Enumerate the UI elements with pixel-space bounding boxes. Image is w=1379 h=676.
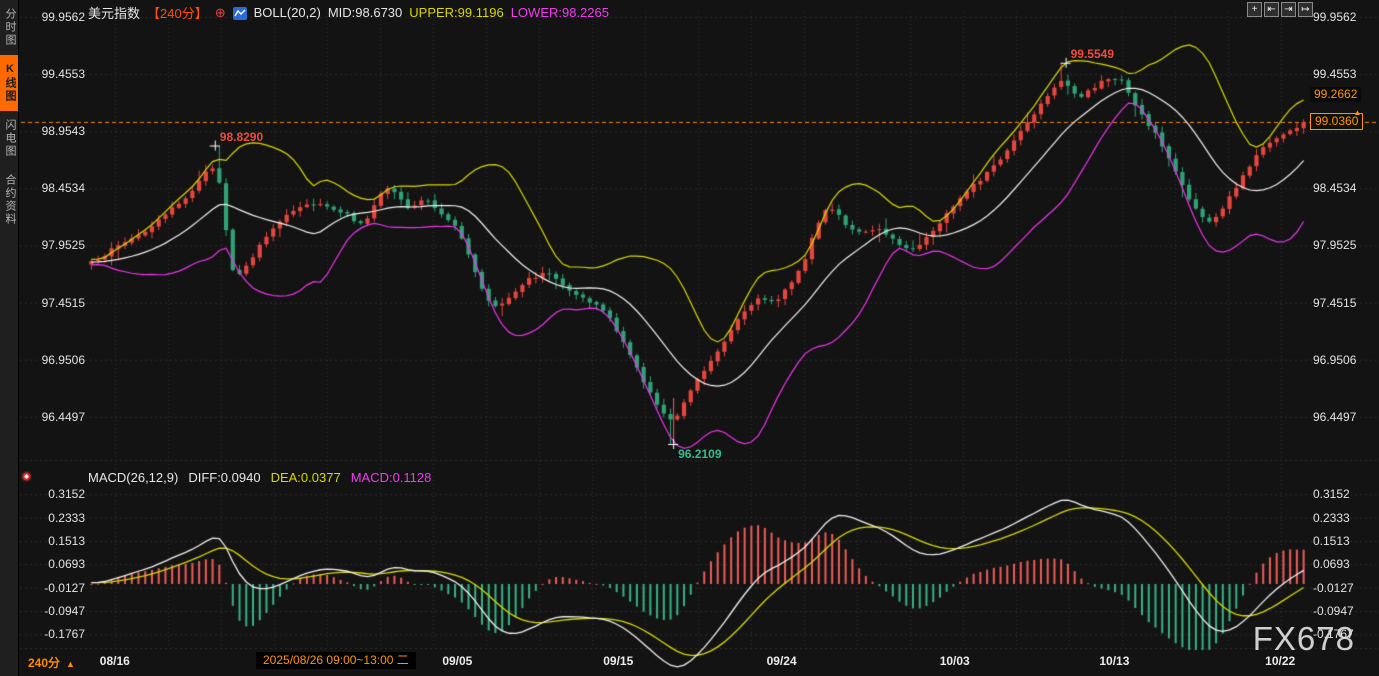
alert-price-value: 99.2662 bbox=[1314, 87, 1357, 101]
sidebar-tab-K线图[interactable]: K线图 bbox=[0, 55, 18, 111]
add-indicator-icon[interactable]: ⊕ bbox=[215, 5, 226, 21]
macd-header: MACD(26,12,9) DIFF:0.0940 DEA:0.0377 MAC… bbox=[88, 470, 431, 485]
boll-lower-value: LOWER:98.2265 bbox=[511, 5, 609, 20]
axis-tick-label: -0.0947 bbox=[30, 604, 85, 618]
period-dropdown-icon: ▲ bbox=[66, 659, 75, 669]
zoom-in-button[interactable]: ⇥ bbox=[1281, 2, 1296, 17]
price-mark-high: 98.8290 bbox=[220, 130, 263, 144]
x-axis-date-10/03: 10/03 bbox=[940, 654, 970, 668]
axis-tick-label: -0.1767 bbox=[30, 627, 85, 641]
axis-tick-label: 97.4515 bbox=[1313, 296, 1375, 310]
axis-tick-label: 0.1513 bbox=[30, 534, 85, 548]
axis-tick-label: 99.9562 bbox=[30, 10, 85, 24]
x-axis-date-10/13: 10/13 bbox=[1099, 654, 1129, 668]
axis-tick-label: 98.4534 bbox=[30, 181, 85, 195]
macd-pane-marker-icon[interactable] bbox=[21, 471, 32, 482]
sidebar-tab-合约资料[interactable]: 合约资料 bbox=[0, 166, 18, 234]
current-price-label: 99.0360 ▲ bbox=[1310, 113, 1363, 130]
x-axis-date-09/15: 09/15 bbox=[603, 654, 633, 668]
price-up-arrow-icon: ▲ bbox=[1353, 105, 1361, 120]
price-mark-high: 99.5549 bbox=[1071, 47, 1114, 61]
axis-tick-label: 97.9525 bbox=[1313, 238, 1375, 252]
watermark: FX678 bbox=[1253, 620, 1355, 658]
axis-tick-label: 0.0693 bbox=[1313, 557, 1375, 571]
axis-tick-label: -0.0127 bbox=[1313, 581, 1375, 595]
pan-right-button[interactable]: ↦ bbox=[1298, 2, 1313, 17]
axis-tick-label: 0.2333 bbox=[1313, 511, 1375, 525]
sidebar: 分时图K线图闪电图合约资料 bbox=[0, 0, 19, 676]
boll-upper-value: UPPER:99.1196 bbox=[409, 5, 503, 20]
chart-toolbar: +⇤⇥↦ bbox=[1247, 2, 1313, 17]
chart-canvas[interactable] bbox=[0, 0, 1379, 676]
crosshair-tool-button[interactable]: + bbox=[1247, 2, 1262, 17]
period-tag: 【240分】 bbox=[147, 3, 208, 22]
zoom-out-button[interactable]: ⇤ bbox=[1264, 2, 1279, 17]
axis-tick-label: 96.9506 bbox=[30, 353, 85, 367]
current-price-value: 99.0360 bbox=[1315, 114, 1358, 128]
period-selector[interactable]: 240分 ▲ bbox=[28, 654, 75, 671]
x-axis-date-09/05: 09/05 bbox=[442, 654, 472, 668]
indicator-chart-icon bbox=[233, 7, 247, 20]
axis-tick-label: 99.4553 bbox=[30, 67, 85, 81]
boll-mid-value: MID:98.6730 bbox=[328, 5, 402, 20]
axis-tick-label: 98.4534 bbox=[1313, 181, 1375, 195]
symbol-title: 美元指数 bbox=[88, 3, 140, 22]
alert-price-label: 99.2662 bbox=[1310, 87, 1361, 102]
axis-tick-label: 96.9506 bbox=[1313, 353, 1375, 367]
axis-tick-label: 97.4515 bbox=[30, 296, 85, 310]
axis-tick-label: -0.0127 bbox=[30, 581, 85, 595]
axis-tick-label: 98.9543 bbox=[30, 124, 85, 138]
x-axis-date-09/24: 09/24 bbox=[767, 654, 797, 668]
macd-macd-value: MACD:0.1128 bbox=[351, 470, 432, 485]
axis-tick-label: 96.4497 bbox=[1313, 410, 1375, 424]
axis-tick-label: 0.3152 bbox=[30, 487, 85, 501]
axis-tick-label: 96.4497 bbox=[30, 410, 85, 424]
macd-dea-value: DEA:0.0377 bbox=[271, 470, 341, 485]
axis-tick-label: 99.9562 bbox=[1313, 10, 1375, 24]
x-axis-bar: 240分 ▲ 2025/08/26 09:00~13:00 二 08/16 09/0… bbox=[0, 650, 1379, 676]
period-selector-label: 240分 bbox=[28, 656, 60, 670]
axis-tick-label: -0.0947 bbox=[1313, 604, 1375, 618]
axis-tick-label: 0.0693 bbox=[30, 557, 85, 571]
macd-diff-value: DIFF:0.0940 bbox=[188, 470, 260, 485]
x-axis-date-08/16: 08/16 bbox=[100, 654, 130, 668]
trading-chart-app: 分时图K线图闪电图合约资料 美元指数 【240分】 ⊕ BOLL(20,2) M… bbox=[0, 0, 1379, 676]
axis-tick-label: 0.3152 bbox=[1313, 487, 1375, 501]
boll-label: BOLL(20,2) bbox=[254, 5, 321, 20]
sidebar-tab-分时图[interactable]: 分时图 bbox=[0, 0, 18, 55]
price-mark-low: 96.2109 bbox=[678, 447, 721, 461]
axis-tick-label: 0.1513 bbox=[1313, 534, 1375, 548]
sidebar-tab-闪电图[interactable]: 闪电图 bbox=[0, 111, 18, 166]
bar-time-tooltip: 2025/08/26 09:00~13:00 二 bbox=[256, 652, 416, 669]
macd-label: MACD(26,12,9) bbox=[88, 470, 178, 485]
chart-header: 美元指数 【240分】 ⊕ BOLL(20,2) MID:98.6730 UPP… bbox=[88, 3, 609, 22]
axis-tick-label: 99.4553 bbox=[1313, 67, 1375, 81]
axis-tick-label: 0.2333 bbox=[30, 511, 85, 525]
axis-tick-label: 97.9525 bbox=[30, 238, 85, 252]
